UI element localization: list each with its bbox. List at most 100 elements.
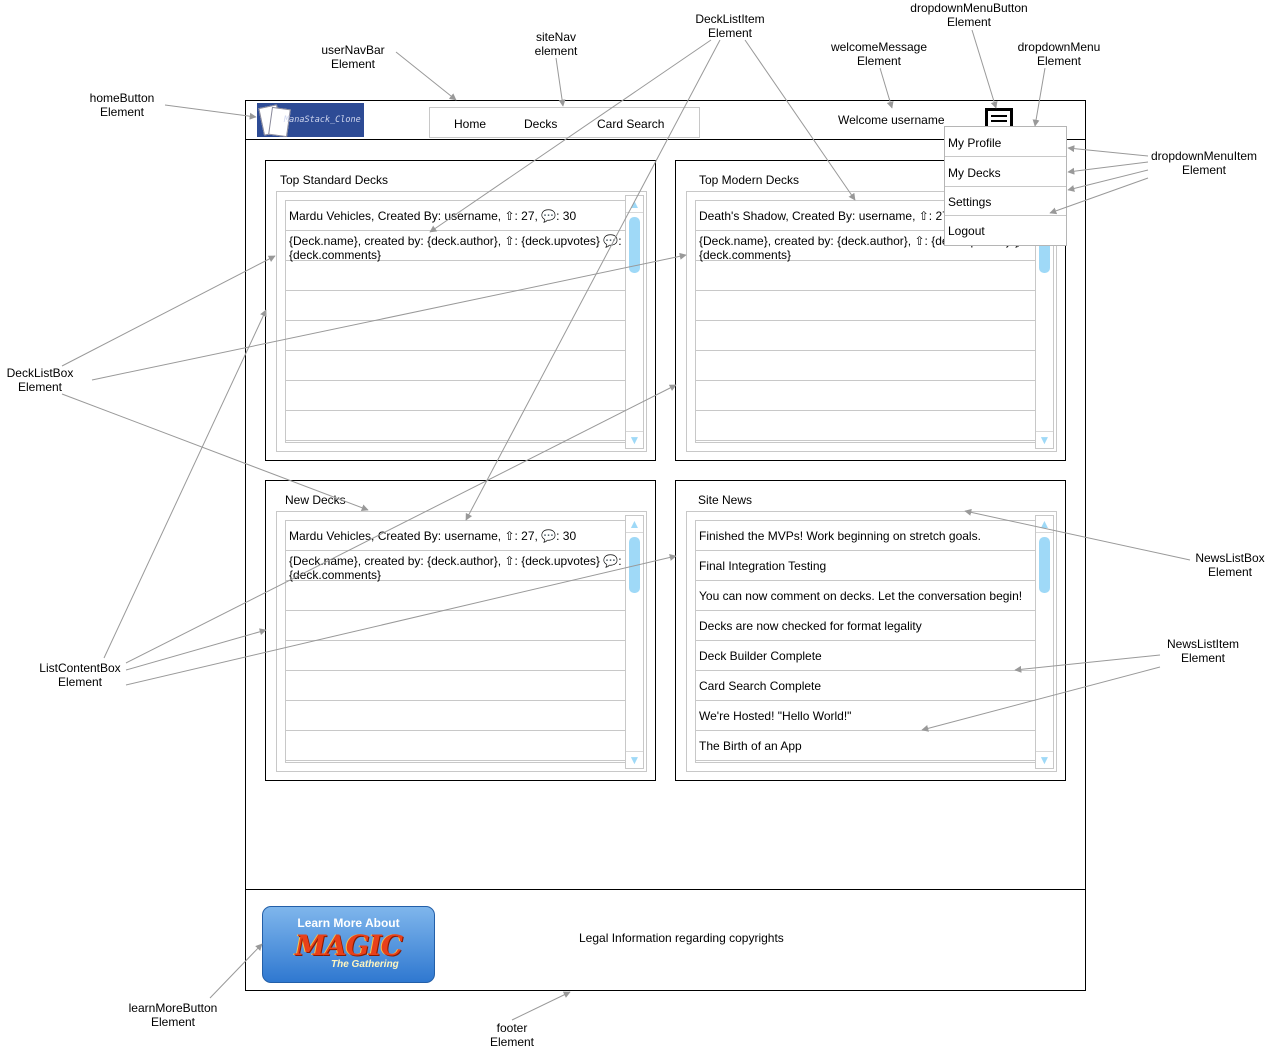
- deck-list-item[interactable]: [696, 291, 1037, 321]
- deck-list-item[interactable]: [286, 321, 627, 351]
- footer-divider: [245, 889, 1086, 890]
- dropdown-item-label: My Decks: [948, 166, 1001, 180]
- scroll-up-icon[interactable]: ▲: [626, 516, 643, 533]
- deck-list-item[interactable]: [286, 581, 627, 611]
- scroll-up-icon[interactable]: ▲: [1036, 516, 1053, 533]
- deck-list-item[interactable]: [696, 321, 1037, 351]
- annotation-line: Element: [1181, 163, 1227, 177]
- annotation-line: Element: [1036, 54, 1082, 68]
- deck-list-item[interactable]: [286, 641, 627, 671]
- scrollbar[interactable]: ▲ ▼: [625, 515, 644, 769]
- annotation-line: Element: [489, 1035, 535, 1049]
- news-list-item-text: Final Integration Testing: [699, 559, 827, 573]
- deck-list-item[interactable]: [286, 611, 627, 641]
- scroll-down-icon[interactable]: ▼: [1036, 431, 1053, 448]
- news-list-item[interactable]: Finished the MVPs! Work beginning on str…: [696, 521, 1037, 551]
- news-list-item[interactable]: Card Search Complete: [696, 671, 1037, 701]
- deck-list-item[interactable]: [286, 381, 627, 411]
- news-list-item-text: You can now comment on decks. Let the co…: [699, 589, 1023, 603]
- list-content: Mardu Vehicles, Created By: username, ⇧:…: [285, 200, 628, 443]
- news-list-box: Site News Finished the MVPs! Work beginn…: [675, 480, 1066, 781]
- news-list-item[interactable]: You can now comment on decks. Let the co…: [696, 581, 1037, 611]
- scrollbar[interactable]: ▲ ▼: [1035, 515, 1054, 769]
- scrollbar-thumb[interactable]: [629, 537, 640, 593]
- dropdown-item-label: Logout: [948, 224, 985, 238]
- annotation-line: learnMoreButton: [128, 1001, 218, 1015]
- annotation-footer: footer Element: [486, 1021, 538, 1049]
- annotation-line: Element: [856, 54, 902, 68]
- deck-list-item[interactable]: [286, 411, 627, 441]
- scroll-down-icon[interactable]: ▼: [626, 751, 643, 768]
- annotation-deck-list-box: DeckListBox Element: [2, 366, 78, 394]
- list-content-box: Mardu Vehicles, Created By: username, ⇧:…: [276, 191, 647, 452]
- news-list-item-text: Card Search Complete: [699, 679, 822, 693]
- news-list-item-text: We're Hosted! "Hello World!": [699, 709, 852, 723]
- site-nav: Home Decks Card Search: [429, 107, 700, 138]
- box-title: Site News: [698, 493, 753, 507]
- annotation-line: dropdownMenuItem: [1150, 149, 1258, 163]
- home-button[interactable]: ManaStack_Clone: [257, 103, 364, 137]
- deck-list-item-text: Mardu Vehicles, Created By: username, ⇧:…: [289, 209, 577, 223]
- deck-list-item-text: {Deck.name}, created by: {deck.author}, …: [289, 234, 622, 262]
- annotation-line: Element: [150, 1015, 196, 1029]
- dropdown-item-label: My Profile: [948, 136, 1002, 150]
- deck-list-item[interactable]: {Deck.name}, created by: {deck.author}, …: [286, 551, 627, 582]
- nav-home-link[interactable]: Home: [454, 117, 486, 131]
- scroll-down-icon[interactable]: ▼: [1036, 751, 1053, 768]
- annotation-line: dropdownMenu: [1017, 40, 1101, 54]
- magic-logo: MAGIC: [294, 929, 403, 962]
- dropdown-menu: My Profile My Decks Settings Logout: [944, 126, 1067, 246]
- annotation-line: Element: [1180, 651, 1226, 665]
- annotation-welcome-message: welcomeMessage Element: [828, 40, 930, 68]
- scroll-down-icon[interactable]: ▼: [626, 431, 643, 448]
- annotation-dropdown-menu-item: dropdownMenuItem Element: [1146, 149, 1262, 177]
- annotation-line: DeckListBox: [6, 366, 74, 380]
- deck-list-item[interactable]: [286, 701, 627, 731]
- deck-list-item[interactable]: [286, 261, 627, 291]
- deck-list-item[interactable]: [696, 261, 1037, 291]
- scrollbar-thumb[interactable]: [1039, 537, 1050, 593]
- deck-list-item[interactable]: [696, 381, 1037, 411]
- annotation-learn-more-button: learnMoreButton Element: [124, 1001, 222, 1029]
- scroll-up-icon[interactable]: ▲: [626, 196, 643, 213]
- arrow-line: [164, 104, 257, 120]
- annotation-line: siteNav: [535, 30, 576, 44]
- news-list-item[interactable]: Deck Builder Complete: [696, 641, 1037, 671]
- annotation-news-list-item: NewsListItem Element: [1160, 637, 1246, 665]
- deck-list-item[interactable]: [286, 731, 627, 761]
- learn-more-button[interactable]: Learn More About MAGIC The Gathering: [262, 906, 435, 983]
- nav-card-search-link[interactable]: Card Search: [597, 117, 664, 131]
- annotation-line: Element: [330, 57, 376, 71]
- list-content: Finished the MVPs! Work beginning on str…: [695, 520, 1038, 763]
- arrow-line: [103, 309, 267, 659]
- dropdown-item-my-decks[interactable]: My Decks: [945, 157, 1066, 187]
- scrollbar[interactable]: ▲ ▼: [625, 195, 644, 449]
- annotation-line: welcomeMessage: [830, 40, 928, 54]
- annotation-line: homeButton: [89, 91, 155, 105]
- dropdown-item-my-profile[interactable]: My Profile: [945, 127, 1066, 157]
- annotation-list-content-box: ListContentBox Element: [33, 661, 127, 689]
- arrow-line: [555, 57, 566, 107]
- deck-list-item-text: Mardu Vehicles, Created By: username, ⇧:…: [289, 529, 577, 543]
- deck-list-item[interactable]: [286, 671, 627, 701]
- deck-list-item[interactable]: Mardu Vehicles, Created By: username, ⇧:…: [286, 201, 627, 231]
- annotation-dropdown-menu-button: dropdownMenuButton Element: [906, 1, 1032, 29]
- news-list-item-text: Decks are now checked for format legalit…: [699, 619, 922, 633]
- dropdown-item-logout[interactable]: Logout: [945, 215, 1066, 244]
- dropdown-item-settings[interactable]: Settings: [945, 186, 1066, 216]
- deck-list-item[interactable]: [286, 291, 627, 321]
- annotation-site-nav: siteNav element: [524, 30, 588, 58]
- nav-decks-link[interactable]: Decks: [524, 117, 557, 131]
- news-list-item[interactable]: Final Integration Testing: [696, 551, 1037, 581]
- deck-list-item-text: Death's Shadow, Created By: username, ⇧:…: [699, 209, 953, 223]
- deck-list-item[interactable]: Mardu Vehicles, Created By: username, ⇧:…: [286, 521, 627, 551]
- deck-list-item[interactable]: [696, 411, 1037, 441]
- deck-list-item[interactable]: [696, 351, 1037, 381]
- news-list-item[interactable]: The Birth of an App: [696, 731, 1037, 761]
- annotation-deck-list-item: DeckListItem Element: [690, 12, 770, 40]
- news-list-item[interactable]: Decks are now checked for format legalit…: [696, 611, 1037, 641]
- news-list-item[interactable]: We're Hosted! "Hello World!": [696, 701, 1037, 731]
- deck-list-item[interactable]: {Deck.name}, created by: {deck.author}, …: [286, 231, 627, 262]
- scrollbar-thumb[interactable]: [629, 217, 640, 273]
- deck-list-item[interactable]: [286, 351, 627, 381]
